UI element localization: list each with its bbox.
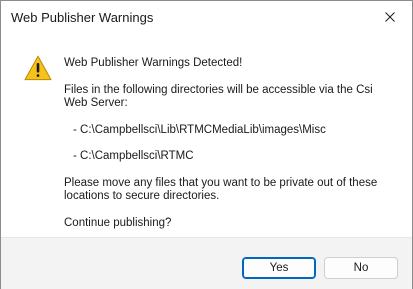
title-bar[interactable]: Web Publisher Warnings bbox=[1, 1, 412, 35]
dialog-window: Web Publisher Warnings Web Publisher War… bbox=[0, 0, 413, 289]
close-icon bbox=[385, 12, 395, 22]
window-title: Web Publisher Warnings bbox=[11, 10, 154, 25]
close-button[interactable] bbox=[368, 1, 412, 33]
warning-heading: Web Publisher Warnings Detected! bbox=[64, 57, 243, 69]
message-text: Web Publisher Warnings Detected! Files i… bbox=[64, 57, 399, 230]
files-accessible-line-2: Web Server: bbox=[64, 97, 128, 109]
files-accessible-line-1: Files in the following directories will … bbox=[64, 83, 373, 96]
button-bar: Yes No bbox=[1, 237, 412, 289]
no-button[interactable]: No bbox=[324, 257, 398, 279]
dialog-content: Web Publisher Warnings Detected! Files i… bbox=[1, 35, 412, 237]
yes-button[interactable]: Yes bbox=[242, 257, 316, 279]
continue-question: Continue publishing? bbox=[64, 216, 172, 229]
warning-triangle-icon bbox=[24, 55, 52, 81]
directory-item: - C:\Campbellsci\Lib\RTMCMediaLib\images… bbox=[73, 123, 326, 136]
move-files-line-1: Please move any files that you want to b… bbox=[64, 176, 378, 189]
move-files-line-2: locations to secure directories. bbox=[64, 190, 220, 202]
directory-item: - C:\Campbellsci\RTMC bbox=[73, 150, 194, 162]
